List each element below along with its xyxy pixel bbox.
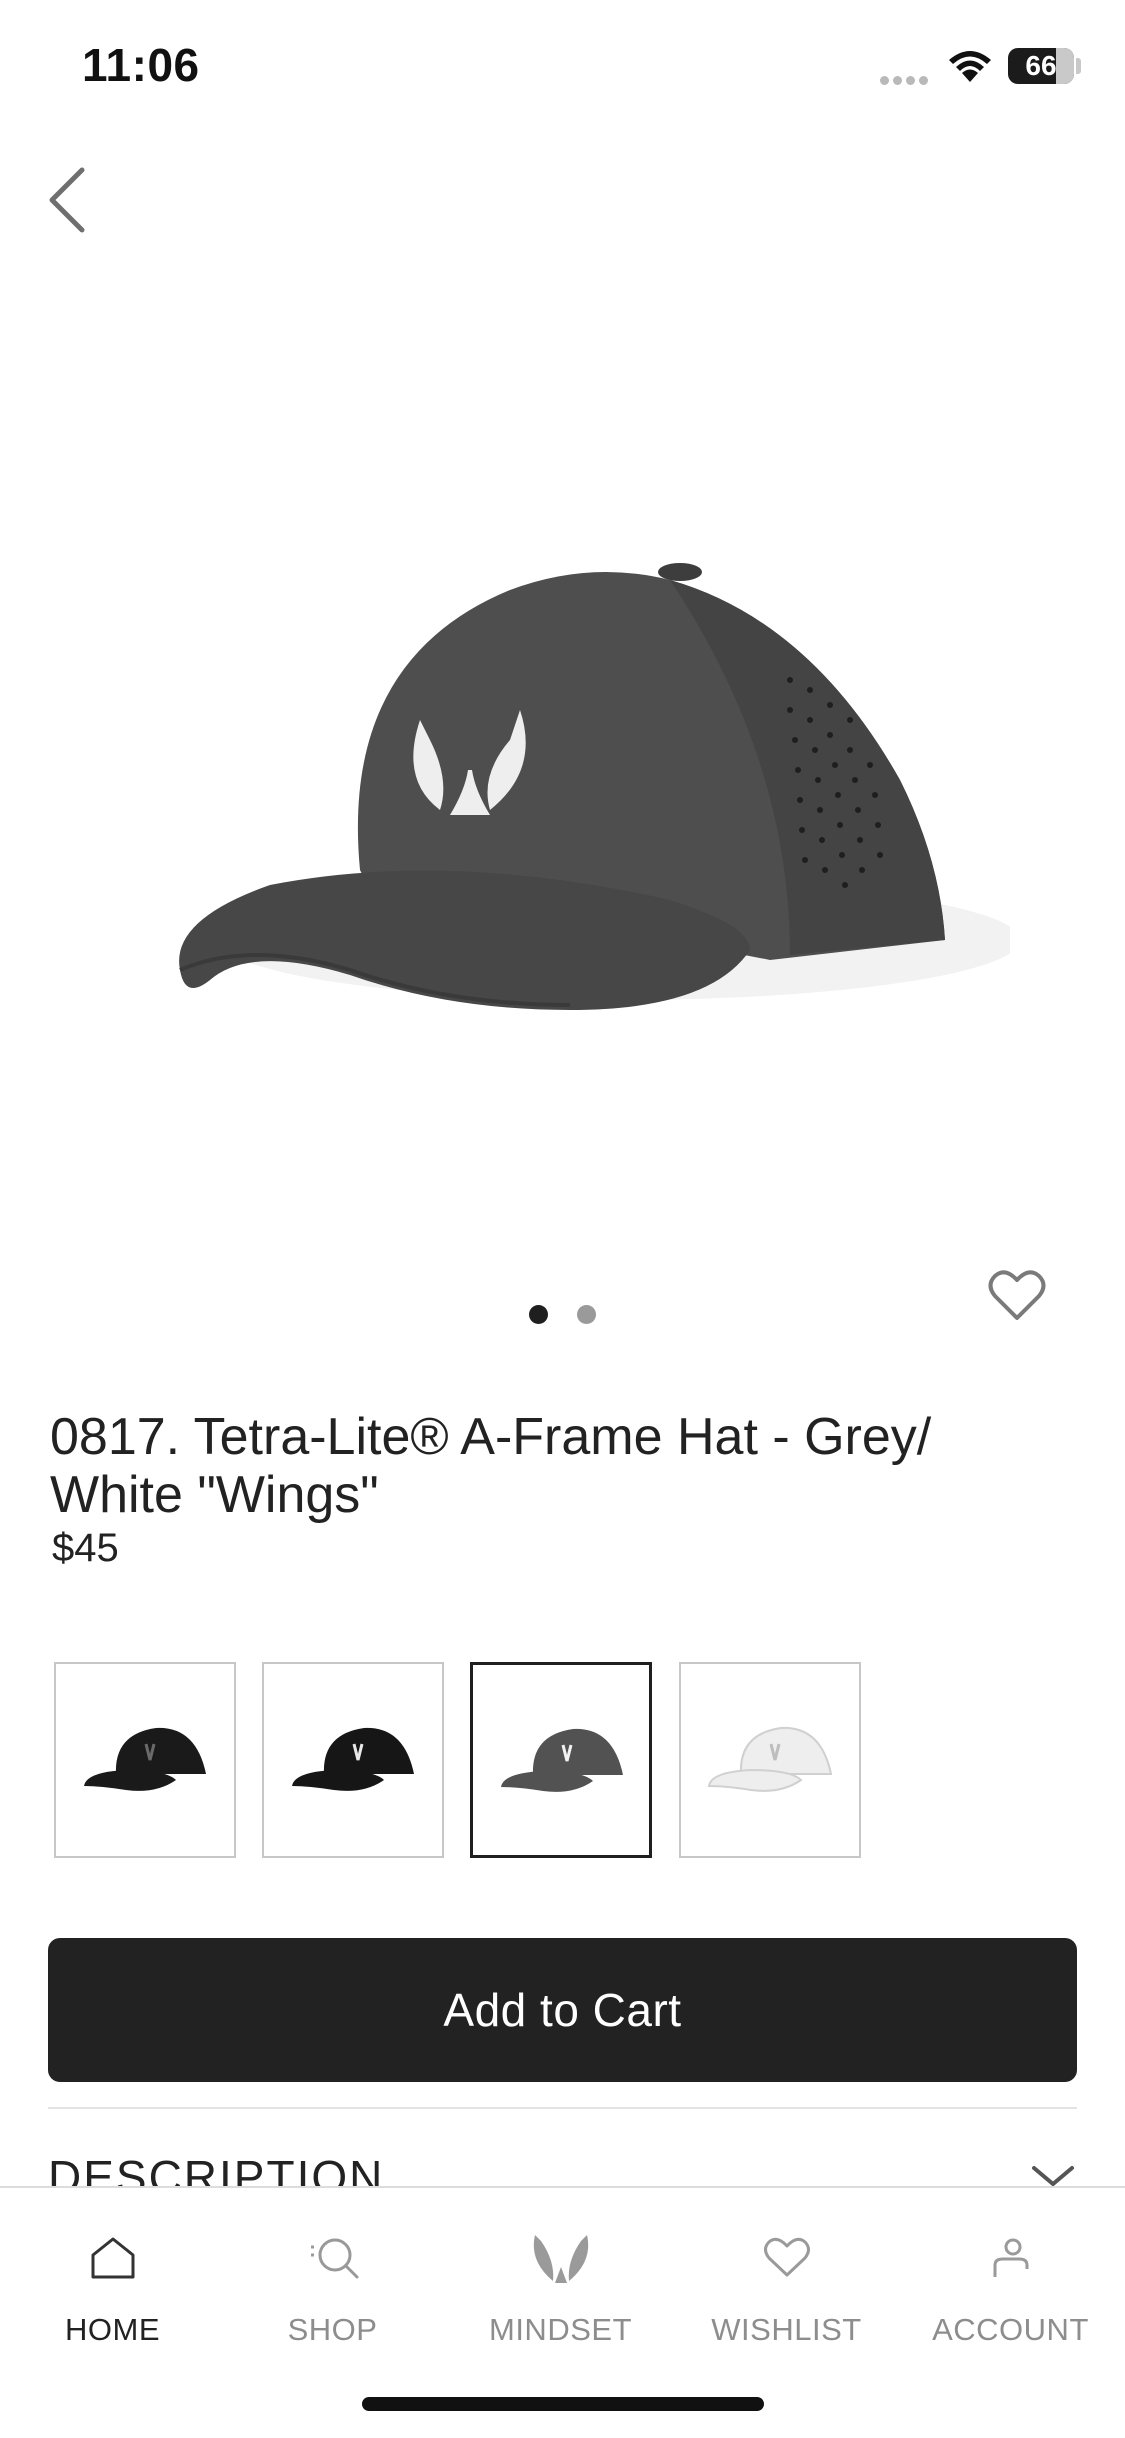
cellular-signal-icon xyxy=(880,72,936,85)
home-indicator xyxy=(362,2397,764,2411)
battery-icon: 66 xyxy=(1008,48,1074,84)
battery-cap xyxy=(1076,58,1081,74)
tab-mindset-label: MINDSET xyxy=(489,2312,632,2347)
image-pager-dot-active[interactable] xyxy=(529,1305,548,1324)
tab-home[interactable]: HOME xyxy=(0,2228,225,2348)
tab-account-label: ACCOUNT xyxy=(932,2312,1089,2347)
add-to-cart-button[interactable]: Add to Cart xyxy=(48,1938,1077,2082)
description-section-header[interactable]: DESCRIPTION xyxy=(48,2150,384,2188)
swatch-cap-crown xyxy=(532,1728,623,1775)
chevron-left-icon xyxy=(49,167,85,233)
product-price: $45 xyxy=(52,1526,119,1570)
tab-wishlist-label: WISHLIST xyxy=(711,2312,862,2347)
tab-shop-label: SHOP xyxy=(287,2312,378,2347)
heart-icon xyxy=(763,2237,810,2277)
status-time: 11:06 xyxy=(82,39,200,91)
battery-level: 66 xyxy=(1025,50,1057,81)
color-swatch-white[interactable] xyxy=(679,1662,861,1858)
image-pager-dot[interactable] xyxy=(577,1305,596,1324)
person-icon xyxy=(993,2238,1028,2277)
divider xyxy=(48,2107,1077,2109)
tab-shop[interactable]: SHOP xyxy=(220,2228,445,2348)
swatch-cap-brim xyxy=(707,1768,803,1792)
back-button[interactable] xyxy=(40,160,100,240)
color-swatch-black[interactable] xyxy=(54,1662,236,1858)
tab-wishlist[interactable]: WISHLIST xyxy=(674,2228,899,2348)
color-swatch-black-white[interactable] xyxy=(262,1662,444,1858)
swatch-cap-crown xyxy=(115,1727,206,1774)
search-icon xyxy=(310,2238,358,2279)
tab-mindset[interactable]: MINDSET xyxy=(448,2228,673,2348)
swatch-cap-crown xyxy=(739,1726,833,1775)
home-icon xyxy=(91,2237,134,2279)
tab-account[interactable]: ACCOUNT xyxy=(898,2228,1123,2348)
wings-logo-icon xyxy=(533,2235,588,2283)
favorite-button[interactable] xyxy=(988,1268,1046,1322)
wifi-icon xyxy=(946,48,994,89)
product-hero-image[interactable] xyxy=(150,540,1020,1100)
tab-home-label: HOME xyxy=(65,2312,160,2347)
product-title: 0817. Tetra-Lite® A-Frame Hat - Grey/ Wh… xyxy=(50,1408,932,1524)
swatch-cap-crown xyxy=(323,1727,414,1774)
heart-icon xyxy=(988,1270,1046,1320)
color-swatch-grey-white-selected[interactable] xyxy=(470,1662,652,1858)
